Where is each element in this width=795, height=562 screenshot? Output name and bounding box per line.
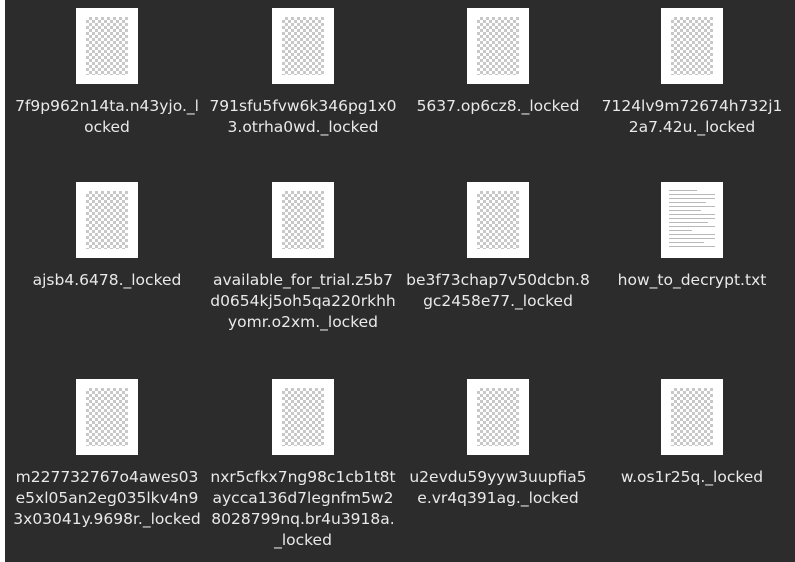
file-item[interactable]: u2evdu59yyw3uupfia5e.vr4q391ag._locked <box>400 371 596 509</box>
file-name: 5637.op6cz8._locked <box>416 97 580 115</box>
image-file-icon <box>467 8 529 84</box>
image-file-icon <box>76 182 138 258</box>
file-item[interactable]: available_for_trial.z5b7d0654kj5oh5qa220… <box>205 174 401 333</box>
image-file-icon <box>272 379 334 455</box>
image-file-icon <box>272 182 334 258</box>
file-item[interactable]: nxr5cfkx7ng98c1cb1t8taycca136d7legnfm5w2… <box>205 371 401 551</box>
image-file-icon <box>467 379 529 455</box>
image-file-icon <box>467 182 529 258</box>
file-name: be3f73chap7v50dcbn.8gc2458e77._locked <box>406 271 590 310</box>
file-item[interactable]: 7124lv9m72674h732j12a7.42u._locked <box>594 0 790 138</box>
file-item[interactable]: be3f73chap7v50dcbn.8gc2458e77._locked <box>400 174 596 312</box>
file-name: available_for_trial.z5b7d0654kj5oh5qa220… <box>210 271 396 331</box>
file-name: 791sfu5fvw6k346pg1x03.otrha0wd._locked <box>209 97 397 136</box>
file-item[interactable]: how_to_decrypt.txt <box>594 174 790 291</box>
file-name: ajsb4.6478._locked <box>32 271 182 289</box>
file-name: w.os1r25q._locked <box>620 468 764 486</box>
image-file-icon <box>76 379 138 455</box>
file-name: 7f9p962n14ta.n43yjo._locked <box>15 97 199 136</box>
file-item[interactable]: ajsb4.6478._locked <box>9 174 205 291</box>
image-file-icon <box>661 8 723 84</box>
text-file-icon <box>661 182 723 258</box>
file-item[interactable]: 5637.op6cz8._locked <box>400 0 596 117</box>
file-item[interactable]: w.os1r25q._locked <box>594 371 790 488</box>
file-name: how_to_decrypt.txt <box>617 271 767 289</box>
file-item[interactable]: m227732767o4awes03e5xl05an2eg035lkv4n93x… <box>9 371 205 530</box>
image-file-icon <box>76 8 138 84</box>
file-name: m227732767o4awes03e5xl05an2eg035lkv4n93x… <box>13 468 201 528</box>
file-item[interactable]: 791sfu5fvw6k346pg1x03.otrha0wd._locked <box>205 0 401 138</box>
file-name: u2evdu59yyw3uupfia5e.vr4q391ag._locked <box>409 468 587 507</box>
image-file-icon <box>661 379 723 455</box>
file-name: 7124lv9m72674h732j12a7.42u._locked <box>601 97 783 136</box>
file-grid-view: 7f9p962n14ta.n43yjo._locked 791sfu5fvw6k… <box>5 0 795 562</box>
image-file-icon <box>272 8 334 84</box>
file-item[interactable]: 7f9p962n14ta.n43yjo._locked <box>9 0 205 138</box>
file-name: nxr5cfkx7ng98c1cb1t8taycca136d7legnfm5w2… <box>210 468 396 549</box>
